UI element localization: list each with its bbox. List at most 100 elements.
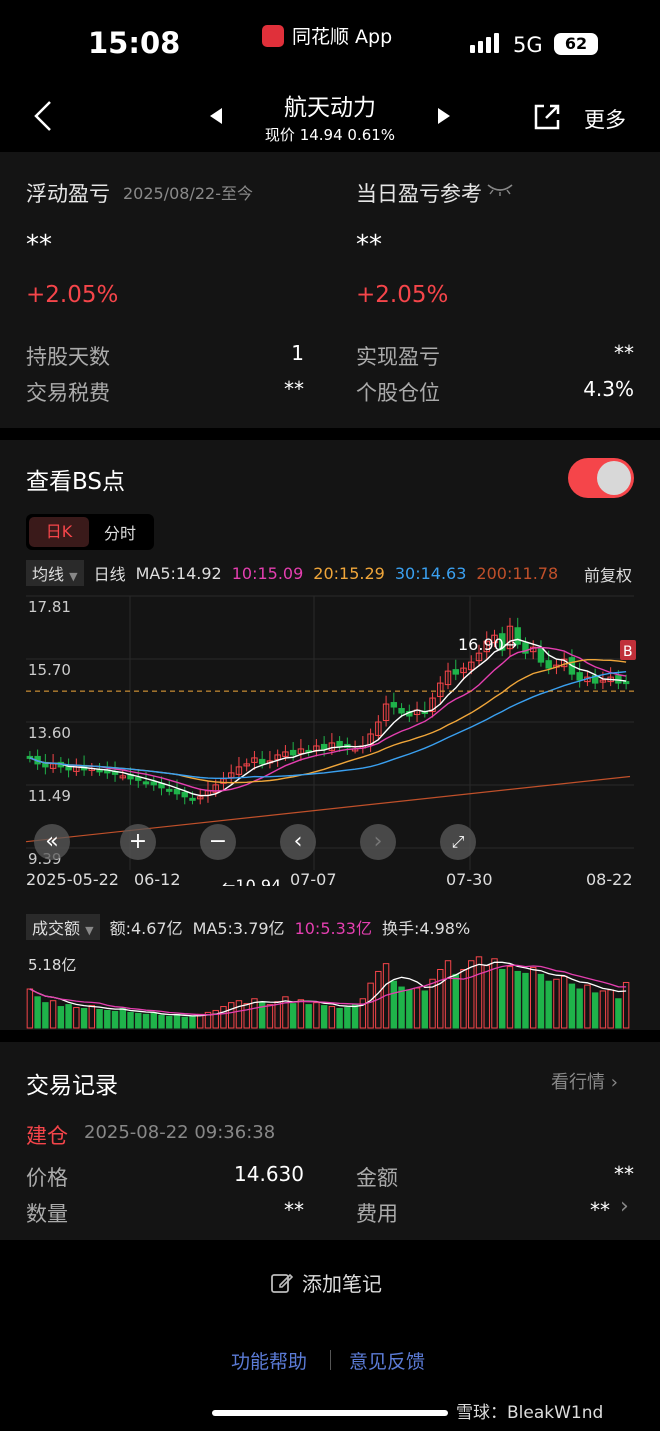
- home-indicator[interactable]: [212, 1410, 448, 1416]
- volume-bar: [622, 981, 630, 1029]
- ma-select-label: 均线: [32, 565, 65, 584]
- volume-bar: [135, 1012, 142, 1029]
- y-tick-label: 13.60: [28, 724, 71, 742]
- volume-bar: [26, 988, 34, 1029]
- volume-amount: 额:4.67亿: [109, 919, 183, 938]
- x-tick-label: 07-30: [446, 870, 493, 886]
- volume-ma5-line: [29, 961, 627, 1017]
- battery-icon: 62: [554, 33, 598, 55]
- record-type: 建仓: [26, 1124, 68, 1148]
- high-annotation: 16.90→: [458, 635, 517, 654]
- volume-bar: [297, 999, 305, 1029]
- help-link[interactable]: 功能帮助: [231, 1347, 307, 1374]
- volume-bar: [320, 1005, 328, 1029]
- candle-body: [289, 749, 297, 756]
- volume-bar: [437, 969, 444, 1029]
- zoom-in-icon[interactable]: +: [120, 824, 156, 860]
- qty-value: **: [284, 1198, 304, 1222]
- ma200-label: 200:11.78: [476, 563, 559, 583]
- volume-bar: [158, 1014, 165, 1029]
- dropdown-icon: ▼: [69, 570, 78, 583]
- volume-bar: [336, 1008, 343, 1029]
- record-datetime: 2025-08-22 09:36:38: [84, 1122, 276, 1143]
- candle-body: [622, 681, 630, 685]
- volume-bar: [413, 987, 421, 1029]
- kline-chart[interactable]: 17.8115.7013.6011.499.3916.90→←10.94B202…: [0, 586, 660, 886]
- candle-body: [135, 776, 142, 781]
- volume-select[interactable]: 成交额 ▼: [26, 914, 100, 940]
- candle-body: [576, 672, 583, 681]
- floating-pnl-value: **: [26, 230, 52, 260]
- ma-select[interactable]: 均线 ▼: [26, 560, 84, 586]
- tab-daily-k[interactable]: 日K: [29, 517, 89, 547]
- volume-bar: [475, 956, 483, 1029]
- ma10-label: 10:15.09: [231, 563, 304, 583]
- volume-ma10-line: [29, 964, 627, 1016]
- share-icon[interactable]: [532, 102, 562, 132]
- volume-bar: [42, 1002, 49, 1029]
- scroll-start-icon[interactable]: «: [34, 824, 70, 860]
- volume-bar: [305, 1004, 312, 1029]
- app-indicator[interactable]: 同花顺 App: [262, 22, 392, 49]
- daily-pnl-label: 当日盈亏参考: [356, 182, 482, 206]
- more-button[interactable]: 更多: [584, 104, 626, 134]
- volume-bar: [65, 1004, 72, 1029]
- pnl-card: 浮动盈亏 2025/08/22-至今 ** +2.05% 当日盈亏参考 ** +…: [0, 152, 660, 428]
- fullscreen-icon[interactable]: ⤢: [440, 824, 476, 860]
- zoom-out-icon[interactable]: −: [200, 824, 236, 860]
- eye-closed-icon[interactable]: [486, 182, 514, 196]
- volume-dropdown-icon: ▼: [85, 924, 94, 937]
- volume-select-label: 成交额: [32, 919, 81, 938]
- daily-pnl-pct: +2.05%: [356, 282, 449, 308]
- candle-body: [142, 781, 150, 785]
- volume-bar: [119, 1008, 127, 1029]
- candle-body: [258, 758, 266, 765]
- next-stock-icon[interactable]: [438, 108, 450, 124]
- ma10-line: [29, 646, 627, 792]
- volume-bar: [584, 984, 591, 1029]
- chart-type-tabs: 日K 分时: [26, 514, 154, 550]
- fee-value: **: [590, 1198, 610, 1222]
- volume-bar: [80, 1008, 88, 1029]
- tax-fee-value: **: [284, 377, 304, 401]
- low-annotation: ←10.94: [222, 876, 281, 886]
- volume-bar: [483, 965, 490, 1029]
- volume-bar: [220, 1006, 227, 1029]
- view-market-link[interactable]: 看行情 ›: [551, 1068, 618, 1094]
- ma30-label: 30:14.63: [394, 563, 467, 583]
- bs-toggle[interactable]: [568, 458, 634, 498]
- volume-bar: [266, 1004, 274, 1029]
- scroll-right-icon[interactable]: ›: [360, 824, 396, 860]
- feedback-link[interactable]: 意见反馈: [349, 1347, 425, 1374]
- scroll-left-icon[interactable]: ‹: [280, 824, 316, 860]
- candle-body: [452, 669, 459, 675]
- volume-bar: [607, 989, 614, 1029]
- volume-bar: [506, 966, 514, 1029]
- x-tick-label: 08-22: [586, 870, 633, 886]
- volume-bar: [96, 1008, 103, 1029]
- volume-bar: [545, 980, 552, 1029]
- volume-bar: [406, 989, 413, 1029]
- volume-bar: [390, 980, 398, 1029]
- watermark: 雪球：BleakW1nd: [456, 1403, 604, 1423]
- add-note-button[interactable]: 添加笔记: [270, 1268, 382, 1297]
- turnover: 换手:4.98%: [381, 919, 471, 938]
- volume-bar: [243, 1003, 250, 1029]
- candle-body: [390, 702, 398, 708]
- tab-intraday[interactable]: 分时: [89, 520, 151, 544]
- fee-chevron-icon[interactable]: ›: [620, 1194, 629, 1219]
- volume-bar: [313, 1002, 320, 1029]
- candle-body: [181, 791, 188, 798]
- adjust-mode[interactable]: 前复权: [582, 562, 633, 586]
- bs-chart-card: 查看BS点 日K 分时 均线 ▼ 日线 MA5:14.92 10:15.09 2…: [0, 440, 660, 1030]
- volume-bar: [367, 982, 374, 1029]
- realized-pnl-value: **: [614, 341, 634, 365]
- network-label: 5G: [513, 33, 543, 57]
- volume-bar: [328, 1006, 336, 1029]
- volume-bar: [576, 988, 583, 1029]
- price-label: 价格: [26, 1166, 68, 1190]
- volume-chart[interactable]: 5.18亿: [0, 940, 660, 1030]
- app-logo-icon: [262, 24, 284, 47]
- candle-body: [320, 743, 328, 750]
- volume-bar: [421, 990, 429, 1029]
